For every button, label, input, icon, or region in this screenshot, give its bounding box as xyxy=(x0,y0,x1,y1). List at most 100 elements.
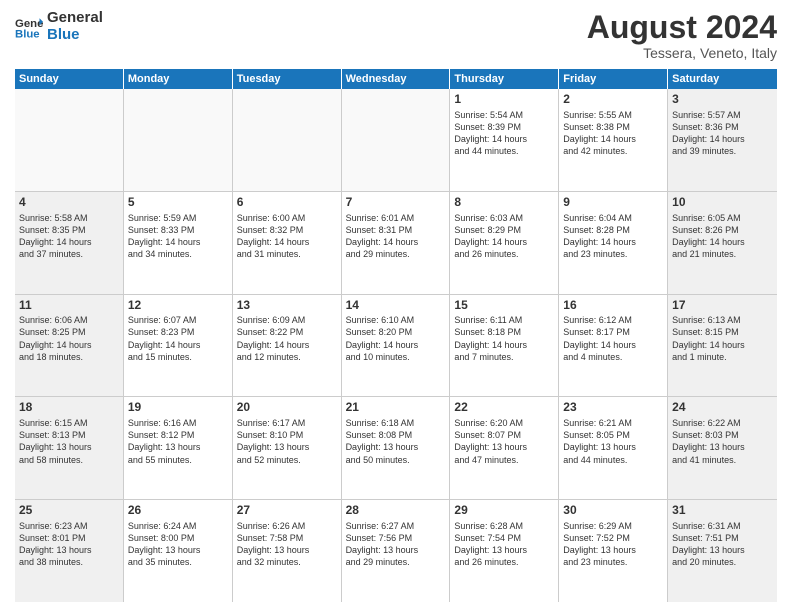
day-content: Sunrise: 6:26 AM Sunset: 7:58 PM Dayligh… xyxy=(237,520,337,569)
calendar-row-2: 4Sunrise: 5:58 AM Sunset: 8:35 PM Daylig… xyxy=(15,192,777,295)
svg-text:Blue: Blue xyxy=(15,28,40,40)
day-content: Sunrise: 5:54 AM Sunset: 8:39 PM Dayligh… xyxy=(454,109,554,158)
day-number: 13 xyxy=(237,298,337,314)
empty-cell xyxy=(124,89,233,191)
day-content: Sunrise: 6:12 AM Sunset: 8:17 PM Dayligh… xyxy=(563,314,663,363)
day-content: Sunrise: 5:57 AM Sunset: 8:36 PM Dayligh… xyxy=(672,109,773,158)
day-cell-1: 1Sunrise: 5:54 AM Sunset: 8:39 PM Daylig… xyxy=(450,89,559,191)
day-content: Sunrise: 6:03 AM Sunset: 8:29 PM Dayligh… xyxy=(454,212,554,261)
calendar-row-5: 25Sunrise: 6:23 AM Sunset: 8:01 PM Dayli… xyxy=(15,500,777,602)
day-cell-20: 20Sunrise: 6:17 AM Sunset: 8:10 PM Dayli… xyxy=(233,397,342,499)
day-cell-12: 12Sunrise: 6:07 AM Sunset: 8:23 PM Dayli… xyxy=(124,295,233,397)
day-number: 23 xyxy=(563,400,663,416)
day-cell-5: 5Sunrise: 5:59 AM Sunset: 8:33 PM Daylig… xyxy=(124,192,233,294)
header-tuesday: Tuesday xyxy=(233,69,342,89)
day-content: Sunrise: 6:09 AM Sunset: 8:22 PM Dayligh… xyxy=(237,314,337,363)
day-cell-11: 11Sunrise: 6:06 AM Sunset: 8:25 PM Dayli… xyxy=(15,295,124,397)
day-number: 26 xyxy=(128,503,228,519)
day-content: Sunrise: 6:17 AM Sunset: 8:10 PM Dayligh… xyxy=(237,417,337,466)
header-sunday: Sunday xyxy=(15,69,124,89)
day-content: Sunrise: 6:06 AM Sunset: 8:25 PM Dayligh… xyxy=(19,314,119,363)
day-number: 9 xyxy=(563,195,663,211)
calendar-header: Sunday Monday Tuesday Wednesday Thursday… xyxy=(15,69,777,89)
day-cell-25: 25Sunrise: 6:23 AM Sunset: 8:01 PM Dayli… xyxy=(15,500,124,602)
day-content: Sunrise: 6:29 AM Sunset: 7:52 PM Dayligh… xyxy=(563,520,663,569)
calendar-row-3: 11Sunrise: 6:06 AM Sunset: 8:25 PM Dayli… xyxy=(15,295,777,398)
day-content: Sunrise: 6:23 AM Sunset: 8:01 PM Dayligh… xyxy=(19,520,119,569)
day-cell-22: 22Sunrise: 6:20 AM Sunset: 8:07 PM Dayli… xyxy=(450,397,559,499)
day-content: Sunrise: 6:13 AM Sunset: 8:15 PM Dayligh… xyxy=(672,314,773,363)
day-number: 25 xyxy=(19,503,119,519)
day-number: 4 xyxy=(19,195,119,211)
day-content: Sunrise: 6:01 AM Sunset: 8:31 PM Dayligh… xyxy=(346,212,446,261)
day-number: 11 xyxy=(19,298,119,314)
month-year: August 2024 xyxy=(587,10,777,45)
day-number: 12 xyxy=(128,298,228,314)
day-number: 17 xyxy=(672,298,773,314)
location: Tessera, Veneto, Italy xyxy=(587,45,777,61)
day-number: 20 xyxy=(237,400,337,416)
day-content: Sunrise: 6:21 AM Sunset: 8:05 PM Dayligh… xyxy=(563,417,663,466)
day-cell-30: 30Sunrise: 6:29 AM Sunset: 7:52 PM Dayli… xyxy=(559,500,668,602)
calendar-row-1: 1Sunrise: 5:54 AM Sunset: 8:39 PM Daylig… xyxy=(15,89,777,192)
day-cell-3: 3Sunrise: 5:57 AM Sunset: 8:36 PM Daylig… xyxy=(668,89,777,191)
day-content: Sunrise: 5:59 AM Sunset: 8:33 PM Dayligh… xyxy=(128,212,228,261)
title-block: August 2024 Tessera, Veneto, Italy xyxy=(587,10,777,61)
day-cell-2: 2Sunrise: 5:55 AM Sunset: 8:38 PM Daylig… xyxy=(559,89,668,191)
day-cell-28: 28Sunrise: 6:27 AM Sunset: 7:56 PM Dayli… xyxy=(342,500,451,602)
day-cell-15: 15Sunrise: 6:11 AM Sunset: 8:18 PM Dayli… xyxy=(450,295,559,397)
day-content: Sunrise: 6:05 AM Sunset: 8:26 PM Dayligh… xyxy=(672,212,773,261)
day-content: Sunrise: 5:58 AM Sunset: 8:35 PM Dayligh… xyxy=(19,212,119,261)
day-number: 18 xyxy=(19,400,119,416)
day-cell-10: 10Sunrise: 6:05 AM Sunset: 8:26 PM Dayli… xyxy=(668,192,777,294)
day-number: 31 xyxy=(672,503,773,519)
header-thursday: Thursday xyxy=(450,69,559,89)
day-cell-16: 16Sunrise: 6:12 AM Sunset: 8:17 PM Dayli… xyxy=(559,295,668,397)
day-cell-6: 6Sunrise: 6:00 AM Sunset: 8:32 PM Daylig… xyxy=(233,192,342,294)
day-number: 14 xyxy=(346,298,446,314)
day-number: 2 xyxy=(563,92,663,108)
day-cell-9: 9Sunrise: 6:04 AM Sunset: 8:28 PM Daylig… xyxy=(559,192,668,294)
day-content: Sunrise: 6:15 AM Sunset: 8:13 PM Dayligh… xyxy=(19,417,119,466)
header-monday: Monday xyxy=(124,69,233,89)
day-number: 27 xyxy=(237,503,337,519)
page-header: General Blue General Blue August 2024 Te… xyxy=(15,10,777,61)
day-content: Sunrise: 6:16 AM Sunset: 8:12 PM Dayligh… xyxy=(128,417,228,466)
day-content: Sunrise: 6:28 AM Sunset: 7:54 PM Dayligh… xyxy=(454,520,554,569)
day-cell-31: 31Sunrise: 6:31 AM Sunset: 7:51 PM Dayli… xyxy=(668,500,777,602)
day-number: 5 xyxy=(128,195,228,211)
day-number: 30 xyxy=(563,503,663,519)
day-number: 1 xyxy=(454,92,554,108)
header-wednesday: Wednesday xyxy=(342,69,451,89)
day-content: Sunrise: 6:18 AM Sunset: 8:08 PM Dayligh… xyxy=(346,417,446,466)
logo-blue: Blue xyxy=(47,27,103,44)
day-cell-7: 7Sunrise: 6:01 AM Sunset: 8:31 PM Daylig… xyxy=(342,192,451,294)
day-number: 3 xyxy=(672,92,773,108)
day-content: Sunrise: 6:10 AM Sunset: 8:20 PM Dayligh… xyxy=(346,314,446,363)
day-number: 10 xyxy=(672,195,773,211)
day-cell-27: 27Sunrise: 6:26 AM Sunset: 7:58 PM Dayli… xyxy=(233,500,342,602)
logo-general: General xyxy=(47,10,103,27)
day-content: Sunrise: 6:20 AM Sunset: 8:07 PM Dayligh… xyxy=(454,417,554,466)
logo: General Blue General Blue xyxy=(15,10,103,43)
day-cell-18: 18Sunrise: 6:15 AM Sunset: 8:13 PM Dayli… xyxy=(15,397,124,499)
calendar-row-4: 18Sunrise: 6:15 AM Sunset: 8:13 PM Dayli… xyxy=(15,397,777,500)
day-content: Sunrise: 6:31 AM Sunset: 7:51 PM Dayligh… xyxy=(672,520,773,569)
day-content: Sunrise: 6:00 AM Sunset: 8:32 PM Dayligh… xyxy=(237,212,337,261)
calendar: Sunday Monday Tuesday Wednesday Thursday… xyxy=(15,69,777,602)
day-number: 21 xyxy=(346,400,446,416)
logo-icon: General Blue xyxy=(15,13,43,41)
day-number: 6 xyxy=(237,195,337,211)
header-saturday: Saturday xyxy=(668,69,777,89)
day-cell-29: 29Sunrise: 6:28 AM Sunset: 7:54 PM Dayli… xyxy=(450,500,559,602)
day-cell-24: 24Sunrise: 6:22 AM Sunset: 8:03 PM Dayli… xyxy=(668,397,777,499)
day-cell-21: 21Sunrise: 6:18 AM Sunset: 8:08 PM Dayli… xyxy=(342,397,451,499)
day-number: 16 xyxy=(563,298,663,314)
day-content: Sunrise: 6:11 AM Sunset: 8:18 PM Dayligh… xyxy=(454,314,554,363)
day-cell-13: 13Sunrise: 6:09 AM Sunset: 8:22 PM Dayli… xyxy=(233,295,342,397)
day-content: Sunrise: 5:55 AM Sunset: 8:38 PM Dayligh… xyxy=(563,109,663,158)
day-cell-19: 19Sunrise: 6:16 AM Sunset: 8:12 PM Dayli… xyxy=(124,397,233,499)
day-content: Sunrise: 6:24 AM Sunset: 8:00 PM Dayligh… xyxy=(128,520,228,569)
day-number: 28 xyxy=(346,503,446,519)
day-number: 8 xyxy=(454,195,554,211)
